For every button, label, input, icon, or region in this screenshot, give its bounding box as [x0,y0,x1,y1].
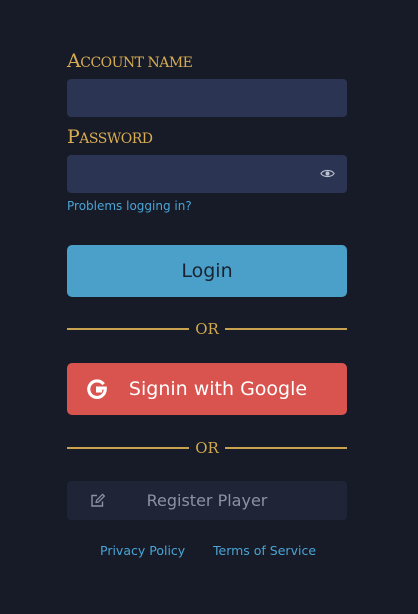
account-name-label-rest: CCOUNT NAME [80,55,193,71]
account-name-label-initial: A [67,50,81,72]
google-button-label: Signin with Google [128,378,308,400]
login-button[interactable]: Login [67,245,347,297]
or-divider: OR [67,319,347,339]
eye-icon[interactable] [320,168,335,179]
password-label-initial: P [67,126,80,148]
terms-of-service-link[interactable]: Terms of Service [213,543,316,558]
edit-icon [91,493,106,507]
password-input[interactable] [67,155,347,193]
google-signin-button[interactable]: Signin with Google [67,363,347,415]
divider-line [225,328,347,330]
account-name-label: ACCOUNT NAME [67,50,193,72]
account-name-input[interactable] [67,79,347,117]
register-player-button[interactable]: Register Player [67,481,347,520]
google-g-icon [87,379,107,399]
password-label-rest: ASSWORD [79,131,153,147]
problems-logging-in-link[interactable]: Problems logging in? [67,199,192,213]
password-label: PASSWORD [67,126,153,148]
password-field [67,155,347,193]
or-divider: OR [67,438,347,458]
register-button-label: Register Player [146,491,268,510]
divider-line [225,447,347,449]
privacy-policy-link[interactable]: Privacy Policy [100,543,185,558]
login-button-label: Login [181,260,233,282]
